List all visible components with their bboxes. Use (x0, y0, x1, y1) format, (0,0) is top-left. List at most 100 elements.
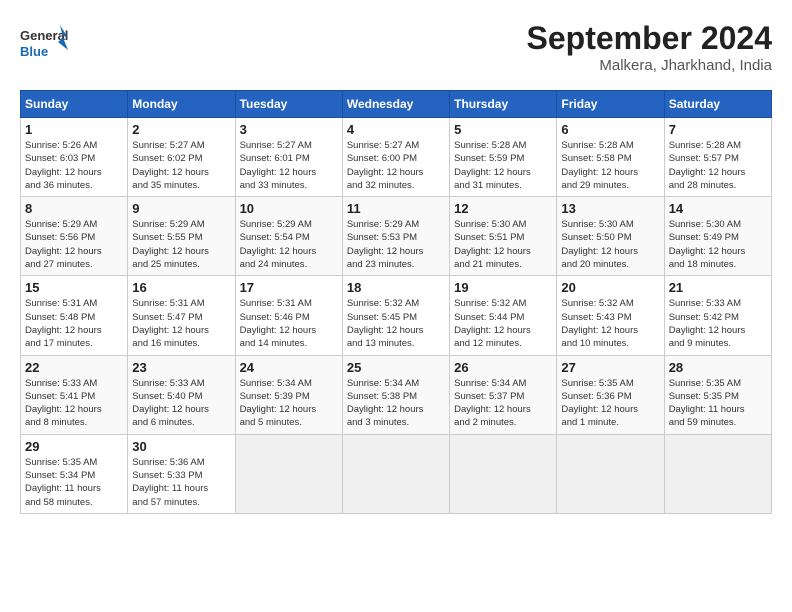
calendar-cell: 19 Sunrise: 5:32 AM Sunset: 5:44 PM Dayli… (450, 276, 557, 355)
day-number: 21 (669, 280, 767, 295)
calendar-cell: 12Sunrise: 5:30 AM Sunset: 5:51 PM Dayli… (450, 197, 557, 276)
day-detail: Sunrise: 5:36 AM Sunset: 5:33 PM Dayligh… (132, 456, 230, 509)
calendar-cell: 29 Sunrise: 5:35 AM Sunset: 5:34 PM Dayli… (21, 434, 128, 513)
calendar-week-0: 1Sunrise: 5:26 AM Sunset: 6:03 PM Daylig… (21, 118, 772, 197)
calendar-cell: 26Sunrise: 5:34 AM Sunset: 5:37 PM Dayli… (450, 355, 557, 434)
day-number: 23 (132, 360, 230, 375)
day-number: 18 (347, 280, 445, 295)
day-number: 28 (669, 360, 767, 375)
day-number: 25 (347, 360, 445, 375)
calendar-cell: 20Sunrise: 5:32 AM Sunset: 5:43 PM Dayli… (557, 276, 664, 355)
day-detail: Sunrise: 5:32 AM Sunset: 5:45 PM Dayligh… (347, 297, 445, 350)
day-number: 13 (561, 201, 659, 216)
day-detail: Sunrise: 5:27 AM Sunset: 6:01 PM Dayligh… (240, 139, 338, 192)
page-header: GeneralBlue September 2024 Malkera, Jhar… (20, 20, 772, 74)
day-number: 29 (25, 439, 123, 454)
day-detail: Sunrise: 5:32 AM Sunset: 5:44 PM Dayligh… (454, 297, 552, 350)
day-detail: Sunrise: 5:31 AM Sunset: 5:48 PM Dayligh… (25, 297, 123, 350)
day-detail: Sunrise: 5:27 AM Sunset: 6:02 PM Dayligh… (132, 139, 230, 192)
calendar-cell: 3 Sunrise: 5:27 AM Sunset: 6:01 PM Daylig… (235, 118, 342, 197)
title-block: September 2024 Malkera, Jharkhand, India (527, 20, 772, 74)
day-detail: Sunrise: 5:29 AM Sunset: 5:56 PM Dayligh… (25, 218, 123, 271)
day-number: 19 (454, 280, 552, 295)
day-number: 4 (347, 122, 445, 137)
day-detail: Sunrise: 5:30 AM Sunset: 5:51 PM Dayligh… (454, 218, 552, 271)
col-header-sunday: Sunday (21, 91, 128, 118)
calendar-cell: 30 Sunrise: 5:36 AM Sunset: 5:33 PM Dayli… (128, 434, 235, 513)
day-detail: Sunrise: 5:27 AM Sunset: 6:00 PM Dayligh… (347, 139, 445, 192)
day-detail: Sunrise: 5:35 AM Sunset: 5:35 PM Dayligh… (669, 377, 767, 430)
calendar-cell (664, 434, 771, 513)
calendar-cell: 18 Sunrise: 5:32 AM Sunset: 5:45 PM Dayli… (342, 276, 449, 355)
day-detail: Sunrise: 5:29 AM Sunset: 5:53 PM Dayligh… (347, 218, 445, 271)
calendar-cell (342, 434, 449, 513)
day-detail: Sunrise: 5:28 AM Sunset: 5:57 PM Dayligh… (669, 139, 767, 192)
calendar-cell: 28 Sunrise: 5:35 AM Sunset: 5:35 PM Dayli… (664, 355, 771, 434)
location-subtitle: Malkera, Jharkhand, India (527, 57, 772, 74)
day-number: 17 (240, 280, 338, 295)
calendar-week-4: 29 Sunrise: 5:35 AM Sunset: 5:34 PM Dayli… (21, 434, 772, 513)
day-detail: Sunrise: 5:26 AM Sunset: 6:03 PM Dayligh… (25, 139, 123, 192)
day-number: 30 (132, 439, 230, 454)
calendar-cell: 5 Sunrise: 5:28 AM Sunset: 5:59 PM Daylig… (450, 118, 557, 197)
col-header-wednesday: Wednesday (342, 91, 449, 118)
day-detail: Sunrise: 5:32 AM Sunset: 5:43 PM Dayligh… (561, 297, 659, 350)
day-detail: Sunrise: 5:33 AM Sunset: 5:41 PM Dayligh… (25, 377, 123, 430)
day-detail: Sunrise: 5:33 AM Sunset: 5:40 PM Dayligh… (132, 377, 230, 430)
calendar-week-3: 22 Sunrise: 5:33 AM Sunset: 5:41 PM Dayli… (21, 355, 772, 434)
calendar-cell: 25Sunrise: 5:34 AM Sunset: 5:38 PM Dayli… (342, 355, 449, 434)
day-number: 15 (25, 280, 123, 295)
day-detail: Sunrise: 5:30 AM Sunset: 5:50 PM Dayligh… (561, 218, 659, 271)
calendar-cell: 23 Sunrise: 5:33 AM Sunset: 5:40 PM Dayli… (128, 355, 235, 434)
calendar-cell: 2 Sunrise: 5:27 AM Sunset: 6:02 PM Daylig… (128, 118, 235, 197)
day-detail: Sunrise: 5:30 AM Sunset: 5:49 PM Dayligh… (669, 218, 767, 271)
day-number: 5 (454, 122, 552, 137)
day-detail: Sunrise: 5:35 AM Sunset: 5:34 PM Dayligh… (25, 456, 123, 509)
logo-svg: GeneralBlue (20, 20, 70, 64)
calendar-week-2: 15 Sunrise: 5:31 AM Sunset: 5:48 PM Dayli… (21, 276, 772, 355)
day-number: 11 (347, 201, 445, 216)
calendar-cell: 14 Sunrise: 5:30 AM Sunset: 5:49 PM Dayli… (664, 197, 771, 276)
col-header-friday: Friday (557, 91, 664, 118)
col-header-saturday: Saturday (664, 91, 771, 118)
day-number: 2 (132, 122, 230, 137)
day-detail: Sunrise: 5:34 AM Sunset: 5:39 PM Dayligh… (240, 377, 338, 430)
col-header-monday: Monday (128, 91, 235, 118)
calendar-cell: 13 Sunrise: 5:30 AM Sunset: 5:50 PM Dayli… (557, 197, 664, 276)
day-number: 3 (240, 122, 338, 137)
day-number: 9 (132, 201, 230, 216)
day-number: 7 (669, 122, 767, 137)
day-detail: Sunrise: 5:31 AM Sunset: 5:46 PM Dayligh… (240, 297, 338, 350)
col-header-tuesday: Tuesday (235, 91, 342, 118)
calendar-cell (235, 434, 342, 513)
calendar-cell: 27Sunrise: 5:35 AM Sunset: 5:36 PM Dayli… (557, 355, 664, 434)
day-detail: Sunrise: 5:31 AM Sunset: 5:47 PM Dayligh… (132, 297, 230, 350)
calendar-table: SundayMondayTuesdayWednesdayThursdayFrid… (20, 90, 772, 514)
calendar-cell: 15 Sunrise: 5:31 AM Sunset: 5:48 PM Dayli… (21, 276, 128, 355)
calendar-week-1: 8 Sunrise: 5:29 AM Sunset: 5:56 PM Daylig… (21, 197, 772, 276)
day-detail: Sunrise: 5:35 AM Sunset: 5:36 PM Dayligh… (561, 377, 659, 430)
calendar-cell: 6Sunrise: 5:28 AM Sunset: 5:58 PM Daylig… (557, 118, 664, 197)
logo: GeneralBlue (20, 20, 70, 64)
day-detail: Sunrise: 5:33 AM Sunset: 5:42 PM Dayligh… (669, 297, 767, 350)
calendar-cell: 16Sunrise: 5:31 AM Sunset: 5:47 PM Dayli… (128, 276, 235, 355)
day-detail: Sunrise: 5:34 AM Sunset: 5:37 PM Dayligh… (454, 377, 552, 430)
col-header-thursday: Thursday (450, 91, 557, 118)
calendar-cell: 8 Sunrise: 5:29 AM Sunset: 5:56 PM Daylig… (21, 197, 128, 276)
day-number: 14 (669, 201, 767, 216)
svg-text:Blue: Blue (20, 44, 48, 59)
day-detail: Sunrise: 5:28 AM Sunset: 5:58 PM Dayligh… (561, 139, 659, 192)
day-detail: Sunrise: 5:28 AM Sunset: 5:59 PM Dayligh… (454, 139, 552, 192)
calendar-cell: 7 Sunrise: 5:28 AM Sunset: 5:57 PM Daylig… (664, 118, 771, 197)
day-detail: Sunrise: 5:29 AM Sunset: 5:55 PM Dayligh… (132, 218, 230, 271)
day-number: 8 (25, 201, 123, 216)
calendar-cell (557, 434, 664, 513)
calendar-cell: 11 Sunrise: 5:29 AM Sunset: 5:53 PM Dayli… (342, 197, 449, 276)
day-number: 22 (25, 360, 123, 375)
day-number: 24 (240, 360, 338, 375)
calendar-cell: 1Sunrise: 5:26 AM Sunset: 6:03 PM Daylig… (21, 118, 128, 197)
calendar-cell: 21 Sunrise: 5:33 AM Sunset: 5:42 PM Dayli… (664, 276, 771, 355)
calendar-cell (450, 434, 557, 513)
calendar-header-row: SundayMondayTuesdayWednesdayThursdayFrid… (21, 91, 772, 118)
calendar-cell: 10Sunrise: 5:29 AM Sunset: 5:54 PM Dayli… (235, 197, 342, 276)
